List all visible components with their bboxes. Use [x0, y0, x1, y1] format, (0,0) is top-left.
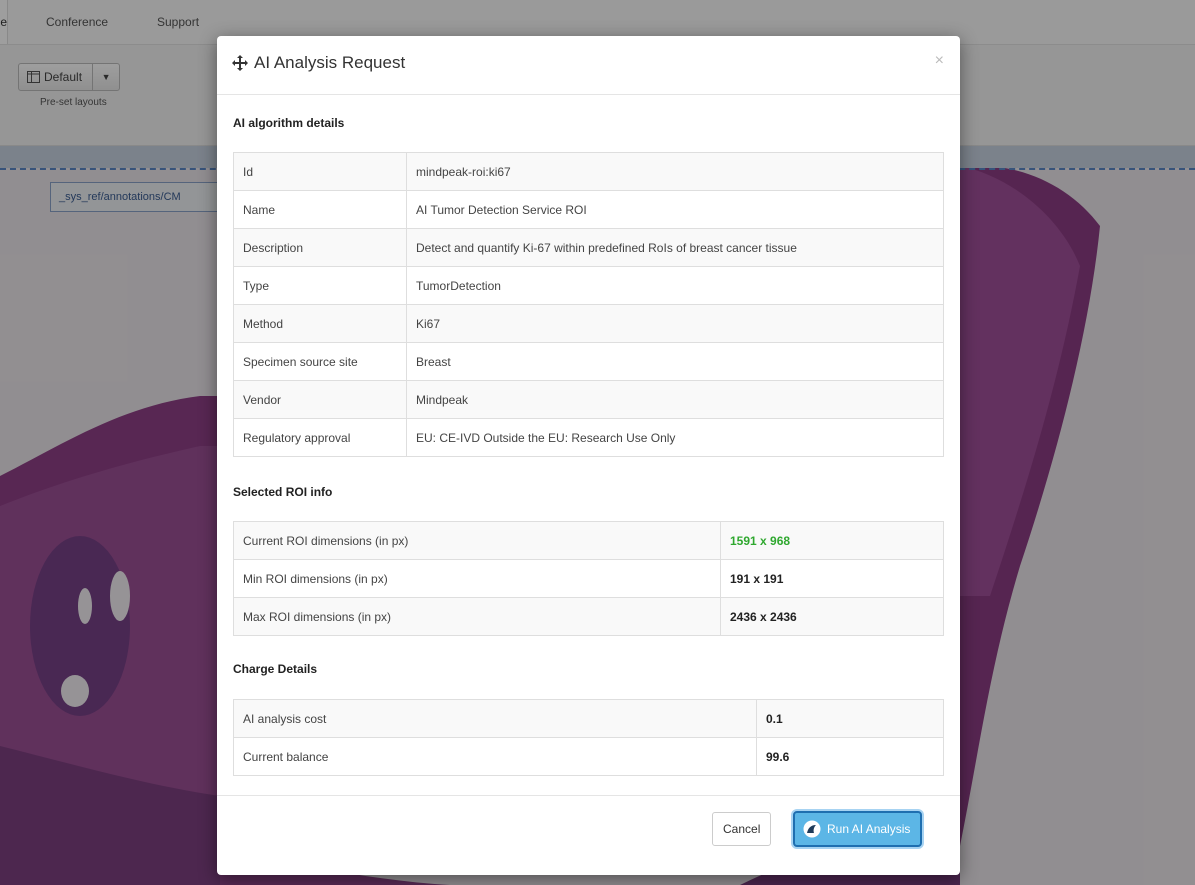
- row-value: 191 x 191: [720, 559, 944, 598]
- run-ai-analysis-label: Run AI Analysis: [827, 822, 911, 836]
- row-key: Max ROI dimensions (in px): [233, 597, 721, 636]
- table-row: Max ROI dimensions (in px) 2436 x 2436: [233, 597, 944, 636]
- row-value: Breast: [406, 342, 944, 381]
- row-key: Min ROI dimensions (in px): [233, 559, 721, 598]
- row-value: TumorDetection: [406, 266, 944, 305]
- run-ai-analysis-button[interactable]: Run AI Analysis: [793, 811, 923, 847]
- table-row: Regulatory approval EU: CE-IVD Outside th…: [233, 418, 944, 457]
- row-key: Regulatory approval: [233, 418, 407, 457]
- modal-title: AI Analysis Request: [232, 53, 405, 73]
- row-key: Id: [233, 152, 407, 191]
- charge-details-table: AI analysis cost 0.1 Current balance 99.6: [233, 699, 944, 776]
- section-charge-title: Charge Details: [233, 662, 318, 676]
- modal-header: AI Analysis Request ×: [217, 36, 960, 95]
- table-row: Current ROI dimensions (in px) 1591 x 968: [233, 521, 944, 560]
- row-key: Method: [233, 304, 407, 343]
- row-value: mindpeak-roi:ki67: [406, 152, 944, 191]
- row-value: 99.6: [756, 737, 944, 776]
- move-icon[interactable]: [232, 55, 248, 71]
- section-algorithm-title: AI algorithm details: [233, 116, 345, 130]
- cancel-button[interactable]: Cancel: [712, 812, 772, 846]
- row-key: Specimen source site: [233, 342, 407, 381]
- table-row: Id mindpeak-roi:ki67: [233, 152, 944, 191]
- table-row: Current balance 99.6: [233, 737, 944, 776]
- row-value: Ki67: [406, 304, 944, 343]
- row-value: Detect and quantify Ki-67 within predefi…: [406, 228, 944, 267]
- ai-logo-icon: [803, 820, 821, 838]
- row-value: Mindpeak: [406, 380, 944, 419]
- table-row: Description Detect and quantify Ki-67 wit…: [233, 228, 944, 267]
- algorithm-details-table: Id mindpeak-roi:ki67 Name AI Tumor Detecti…: [233, 152, 944, 457]
- row-key: AI analysis cost: [233, 699, 757, 738]
- row-key: Description: [233, 228, 407, 267]
- modal-title-text: AI Analysis Request: [254, 53, 406, 72]
- table-row: Name AI Tumor Detection Service ROI: [233, 190, 944, 229]
- row-key: Current ROI dimensions (in px): [233, 521, 721, 560]
- table-row: AI analysis cost 0.1: [233, 699, 944, 738]
- close-icon[interactable]: ×: [935, 52, 944, 70]
- roi-info-table: Current ROI dimensions (in px) 1591 x 968…: [233, 521, 944, 636]
- row-key: Type: [233, 266, 407, 305]
- row-key: Current balance: [233, 737, 757, 776]
- table-row: Vendor Mindpeak: [233, 380, 944, 419]
- row-key: Name: [233, 190, 407, 229]
- row-value: EU: CE-IVD Outside the EU: Research Use …: [406, 418, 944, 457]
- section-roi-title: Selected ROI info: [233, 485, 333, 499]
- current-roi-value: 1591 x 968: [720, 521, 944, 560]
- modal-footer: Cancel Run AI Analysis: [217, 795, 960, 876]
- row-value: 0.1: [756, 699, 944, 738]
- table-row: Specimen source site Breast: [233, 342, 944, 381]
- table-row: Method Ki67: [233, 304, 944, 343]
- ai-analysis-modal: AI Analysis Request × AI algorithm detai…: [217, 36, 960, 875]
- row-value: AI Tumor Detection Service ROI: [406, 190, 944, 229]
- row-key: Vendor: [233, 380, 407, 419]
- row-value: 2436 x 2436: [720, 597, 944, 636]
- table-row: Type TumorDetection: [233, 266, 944, 305]
- table-row: Min ROI dimensions (in px) 191 x 191: [233, 559, 944, 598]
